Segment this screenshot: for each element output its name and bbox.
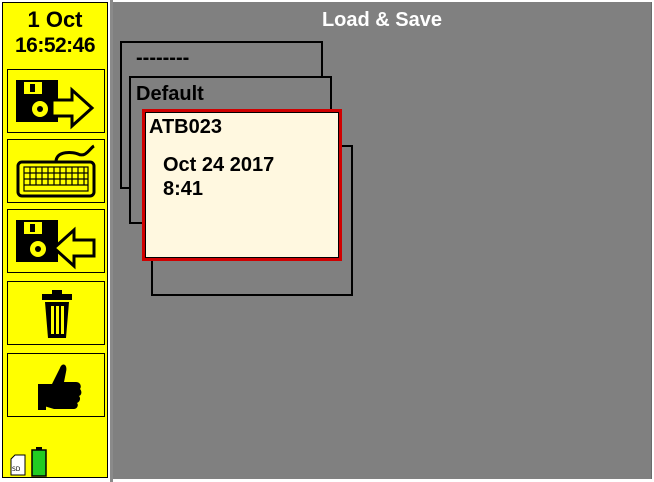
clock-date: 1 Oct: [27, 7, 83, 32]
file-time: 8:41: [163, 178, 204, 200]
trash-can-icon: [42, 290, 72, 338]
sidebar: 1 Oct 16:52:46 SD: [2, 2, 108, 478]
status-area: SD: [9, 447, 59, 477]
clock: 1 Oct 16:52:46: [3, 3, 107, 63]
battery-icon: [31, 447, 47, 477]
thumbs-up-icon: [38, 364, 82, 410]
floppy-disk-arrow-left-icon: [16, 220, 96, 270]
save-to-disk-button[interactable]: [7, 69, 105, 133]
file-date: Oct 24 2017: [163, 154, 275, 176]
clock-time: 16:52:46: [14, 34, 96, 57]
device-screen: 1 Oct 16:52:46 SD Load & Save -------- D…: [0, 0, 654, 482]
file-card-label: --------: [136, 47, 190, 69]
confirm-button[interactable]: [7, 353, 105, 417]
floppy-disk-arrow-right-icon: [16, 80, 95, 130]
keyboard-icon: [16, 144, 96, 198]
page-title: Load & Save: [321, 9, 443, 31]
keyboard-button[interactable]: [7, 139, 105, 203]
main-panel: Load & Save -------- Default ATB023 Oct …: [113, 2, 652, 479]
file-name: ATB023: [149, 116, 222, 138]
file-card-label: Default: [136, 83, 204, 105]
file-card-selected[interactable]: ATB023 Oct 24 2017 8:41: [142, 109, 342, 261]
delete-button[interactable]: [7, 281, 105, 345]
load-from-disk-button[interactable]: [7, 209, 105, 273]
svg-text:SD: SD: [12, 466, 21, 473]
